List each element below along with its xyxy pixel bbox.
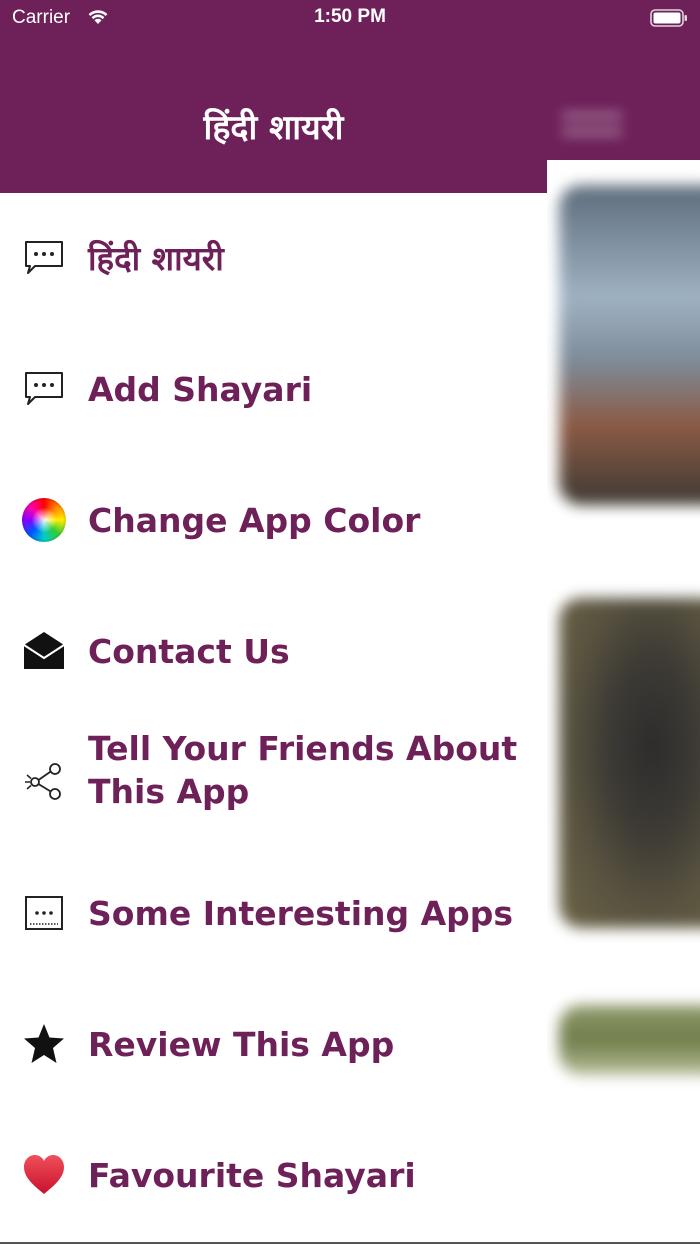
menu-item-label: Favourite Shayari (88, 1156, 416, 1195)
menu-item-hindi-shayari[interactable]: हिंदी शायरी (0, 193, 547, 324)
drawer-title: हिंदी शायरी (203, 108, 344, 148)
menu-item-change-app-color[interactable]: Change App Color (0, 455, 547, 586)
chat-bubble-icon (25, 372, 63, 405)
menu-item-add-shayari[interactable]: Add Shayari (0, 324, 547, 455)
menu-item-label: Tell Your Friends About This App (88, 729, 518, 811)
shayari-card-image (559, 185, 700, 505)
chat-bubble-icon (25, 241, 63, 274)
app-screen: Carrier 1:50 PM हिंदी शायरी हिंदी शायरी … (0, 0, 700, 1244)
battery-icon (650, 9, 687, 27)
menu-item-label: Change App Color (88, 501, 421, 540)
menu-item-review-app[interactable]: Review This App (0, 979, 547, 1110)
menu-item-label: हिंदी शायरी (88, 239, 224, 278)
envelope-icon (23, 632, 65, 669)
apps-box-icon (25, 896, 63, 930)
shayari-card-image (559, 1005, 700, 1075)
share-icon (25, 763, 61, 800)
menu-item-label: Some Interesting Apps (88, 894, 514, 933)
menu-item-favourite-shayari[interactable]: Favourite Shayari (0, 1110, 547, 1241)
status-bar: Carrier 1:50 PM (0, 0, 700, 36)
menu-item-interesting-apps[interactable]: Some Interesting Apps (0, 848, 547, 979)
status-time: 1:50 PM (314, 6, 386, 27)
color-wheel-icon (22, 498, 66, 542)
star-icon (24, 1024, 64, 1063)
menu-item-tell-friends[interactable]: Tell Your Friends About This App (0, 717, 547, 848)
menu-item-label: Review This App (88, 1025, 395, 1064)
navigation-drawer: हिंदी शायरी हिंदी शायरी Add Shayari Chan… (0, 0, 547, 1244)
menu-item-label: Contact Us (88, 632, 290, 671)
menu-icon-line (562, 128, 622, 136)
menu-icon (562, 112, 622, 120)
menu-item-contact-us[interactable]: Contact Us (0, 586, 547, 717)
main-content-peek[interactable] (547, 0, 700, 1244)
shayari-card-image (559, 598, 700, 928)
menu-item-label: Add Shayari (88, 370, 313, 409)
heart-icon (24, 1155, 64, 1194)
